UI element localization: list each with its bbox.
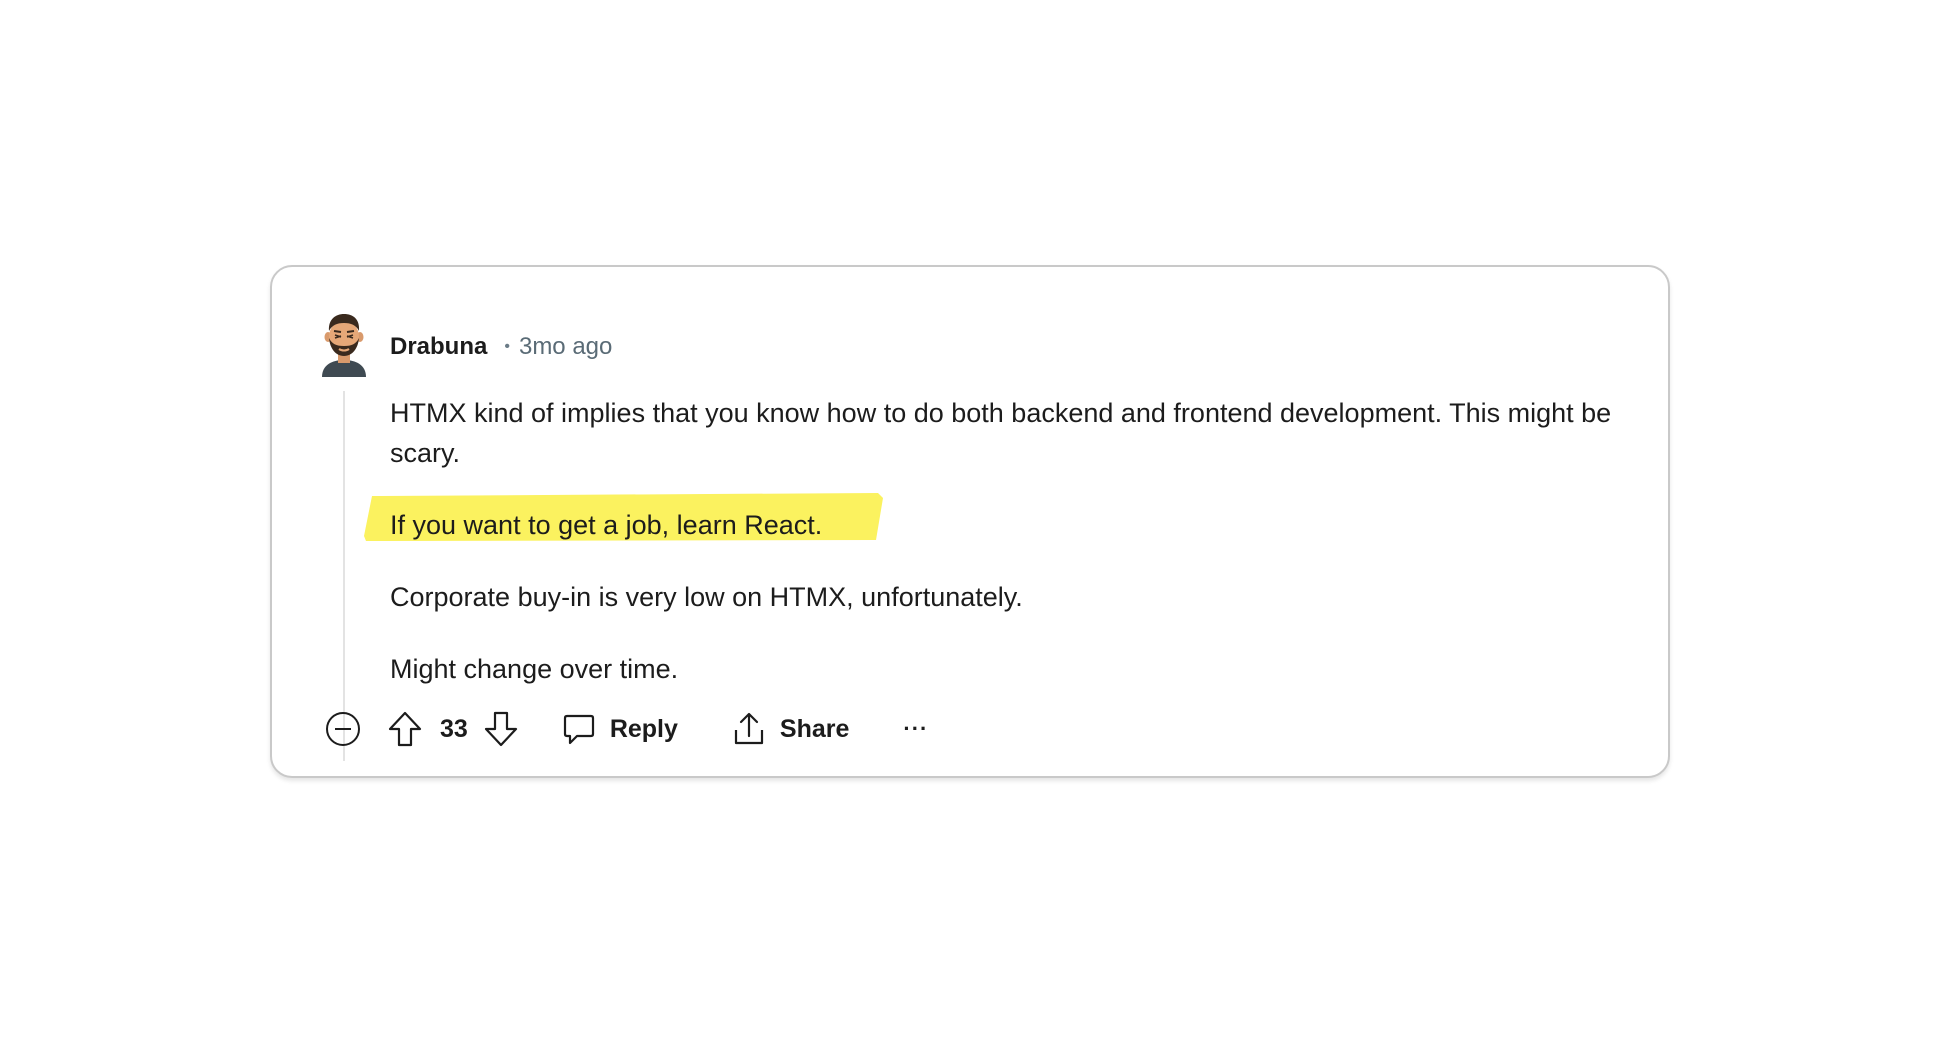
reply-label: Reply [609, 714, 678, 743]
author-name[interactable]: Drabuna [390, 331, 487, 363]
reply-button[interactable]: Reply [562, 712, 678, 746]
comment-paragraph: HTMX kind of implies that you know how t… [390, 398, 1612, 468]
share-label: Share [779, 714, 850, 743]
highlighted-sentence: If you want to get a job, learn React. [364, 493, 883, 545]
comment-paragraph-highlighted: If you want to get a job, learn React. [364, 493, 1630, 545]
avatar[interactable] [316, 311, 372, 377]
meta-separator: • [504, 338, 510, 355]
ellipsis-icon: ··· [903, 716, 929, 741]
comment-meta: Drabuna • 3mo ago [390, 331, 612, 363]
share-button[interactable]: Share [732, 712, 849, 746]
more-options-button[interactable]: ··· [903, 716, 928, 742]
comment-paragraph: Might change over time. [390, 654, 679, 684]
comment-timestamp[interactable]: 3mo ago [519, 331, 612, 363]
collapse-button[interactable] [324, 710, 362, 748]
upvote-button[interactable] [388, 711, 422, 747]
comment-card: Drabuna • 3mo ago HTMX kind of implies t… [270, 265, 1670, 778]
speech-bubble-icon [563, 714, 594, 745]
share-upload-icon [734, 712, 764, 745]
downvote-button[interactable] [484, 711, 518, 747]
vote-group: 33 [388, 711, 518, 747]
minus-circle-icon [326, 712, 360, 746]
comment-paragraph: Corporate buy-in is very low on HTMX, un… [390, 582, 1023, 612]
bearded-man-avatar-icon [322, 314, 366, 377]
comment-body: HTMX kind of implies that you know how t… [364, 393, 1630, 721]
arrow-down-icon [484, 711, 517, 747]
vote-count: 33 [440, 714, 468, 743]
comment-actions: 33 Reply Share ··· [324, 703, 928, 755]
arrow-up-icon [388, 711, 422, 747]
